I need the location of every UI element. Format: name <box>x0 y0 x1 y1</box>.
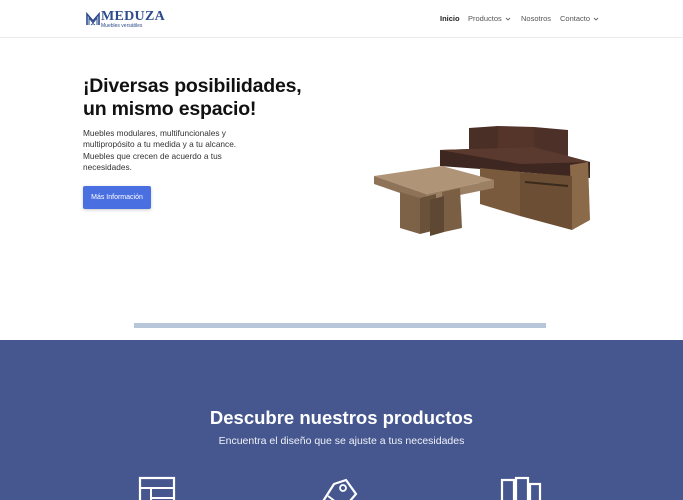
nav-item-inicio[interactable]: Inicio <box>440 14 460 23</box>
nav-item-label: Nosotros <box>521 14 552 23</box>
section-divider <box>134 323 546 328</box>
nav-item-label: Productos <box>468 14 502 23</box>
hero-title: ¡Diversas posibilidades, un mismo espaci… <box>83 75 302 121</box>
brand-name: MEDUZA <box>101 9 166 24</box>
nav-item-label: Inicio <box>440 14 460 23</box>
brand-tagline: Muebles versátiles <box>101 23 143 29</box>
hero-title-line-1: ¡Diversas posibilidades, <box>83 75 302 97</box>
nav-item-label: Contacto <box>560 14 591 23</box>
hero-title-line-2: un mismo espacio! <box>83 98 257 120</box>
site-header: MEDUZA Muebles versátiles Inicio Product… <box>0 0 683 38</box>
products-title: Descubre nuestros productos <box>209 407 474 428</box>
sofa-and-table-image <box>374 126 590 236</box>
chevron-down-icon <box>593 17 599 21</box>
nav-item-nosotros[interactable]: Nosotros <box>521 14 551 23</box>
wardrobe-icon <box>500 476 542 500</box>
brand-logo[interactable]: MEDUZA Muebles versátiles <box>86 9 165 29</box>
tag-icon <box>322 478 358 500</box>
products-section: Descubre nuestros productos Encuentra el… <box>0 340 683 500</box>
more-info-button[interactable]: Más Información <box>83 186 151 209</box>
chevron-down-icon <box>505 17 511 21</box>
nav-item-contacto[interactable]: Contacto <box>560 14 599 23</box>
hero-description: Muebles modulares, multifuncionales y mu… <box>83 128 237 173</box>
meduza-logo-icon <box>86 12 100 26</box>
shelf-icon <box>138 476 176 500</box>
nav-item-productos[interactable]: Productos <box>468 14 511 23</box>
products-subtitle: Encuentra el diseño que se ajuste a tus … <box>218 435 465 447</box>
